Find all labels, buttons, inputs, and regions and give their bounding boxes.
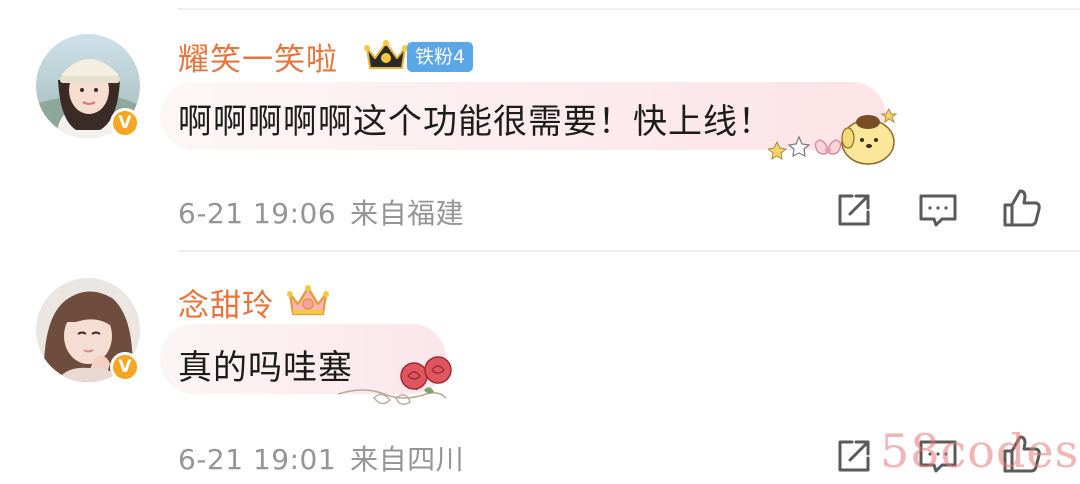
roses-sticker-icon	[334, 350, 460, 418]
comment-text: 真的吗哇塞	[178, 348, 353, 388]
username[interactable]: 念甜玲	[178, 280, 274, 325]
fan-badge: 铁粉4	[407, 42, 474, 72]
comment-location: 来自福建	[350, 197, 465, 230]
comment-meta: 6-21 19:01 来自四川	[178, 438, 464, 478]
share-icon[interactable]	[832, 434, 876, 478]
comment-meta: 6-21 19:06 来自福建	[178, 192, 464, 232]
crown-pink-icon	[286, 282, 330, 322]
verified-v-icon: V	[110, 352, 140, 382]
crown-gold-icon	[364, 38, 408, 76]
comment-item: V 耀笑一笑啦 铁粉4 啊啊啊啊啊这个功能很需要！快上线！ 6-21 19:06…	[0, 0, 1080, 250]
comment-time: 6-21 19:06	[178, 197, 337, 230]
watermark: 58codes	[880, 424, 1080, 478]
comment-location: 来自四川	[350, 443, 465, 476]
comment-icon[interactable]	[916, 188, 960, 232]
like-icon[interactable]	[1000, 186, 1044, 230]
comment-text: 啊啊啊啊啊这个功能很需要！快上线！	[178, 102, 773, 142]
verified-v-icon: V	[110, 108, 140, 138]
pompompurin-sticker-icon	[766, 107, 902, 172]
username[interactable]: 耀笑一笑啦	[178, 34, 338, 79]
comment-time: 6-21 19:01	[178, 443, 337, 476]
share-icon[interactable]	[832, 188, 876, 232]
